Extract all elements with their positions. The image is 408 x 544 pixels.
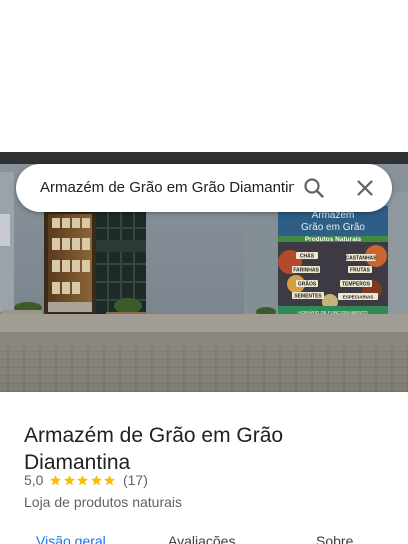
map-blank-area [0,0,408,152]
search-bar[interactable]: Armazém de Grão em Grão Diamantina [16,164,392,212]
sign-subtitle: Produtos Naturais [305,236,362,243]
sign-line2: Grão em Grão [301,222,365,233]
sign-tag-especiarias: ESPECIARIAS [343,295,374,300]
place-category[interactable]: Loja de produtos naturais [24,493,182,511]
sign-tag-frutas: FRUTAS [350,268,371,274]
tab-overview[interactable]: Visão geral [36,532,106,544]
place-tabs: Visão geral Avaliações Sobre [0,530,408,544]
star-icon [64,474,75,485]
rating-stars [49,474,117,487]
star-icon [50,474,62,485]
rating-row[interactable]: 5,0 (17) [24,471,148,489]
tab-reviews[interactable]: Avaliações [168,532,235,544]
close-icon[interactable] [353,176,377,200]
star-icon [91,474,102,485]
rating-value: 5,0 [24,472,44,488]
sign-tag-castanhas: CASTANHAS [345,256,377,262]
sign-tag-farinhas: FARINHAS [293,268,319,274]
sign-tag-sementes: SEMENTES [294,294,322,300]
sign-tag-temperos: TEMPEROS [342,282,371,288]
place-title: Armazém de Grão em Grão Diamantina [24,424,284,475]
review-count[interactable]: (17) [123,472,148,488]
search-input[interactable]: Armazém de Grão em Grão Diamantina [40,178,294,198]
sign-tag-graos: GRÃOS [298,281,317,288]
sign-tag-chas: CHÁS [300,253,315,260]
tab-about[interactable]: Sobre [316,532,353,544]
search-icon[interactable] [302,176,326,200]
star-icon [104,474,116,485]
star-icon [77,474,89,485]
